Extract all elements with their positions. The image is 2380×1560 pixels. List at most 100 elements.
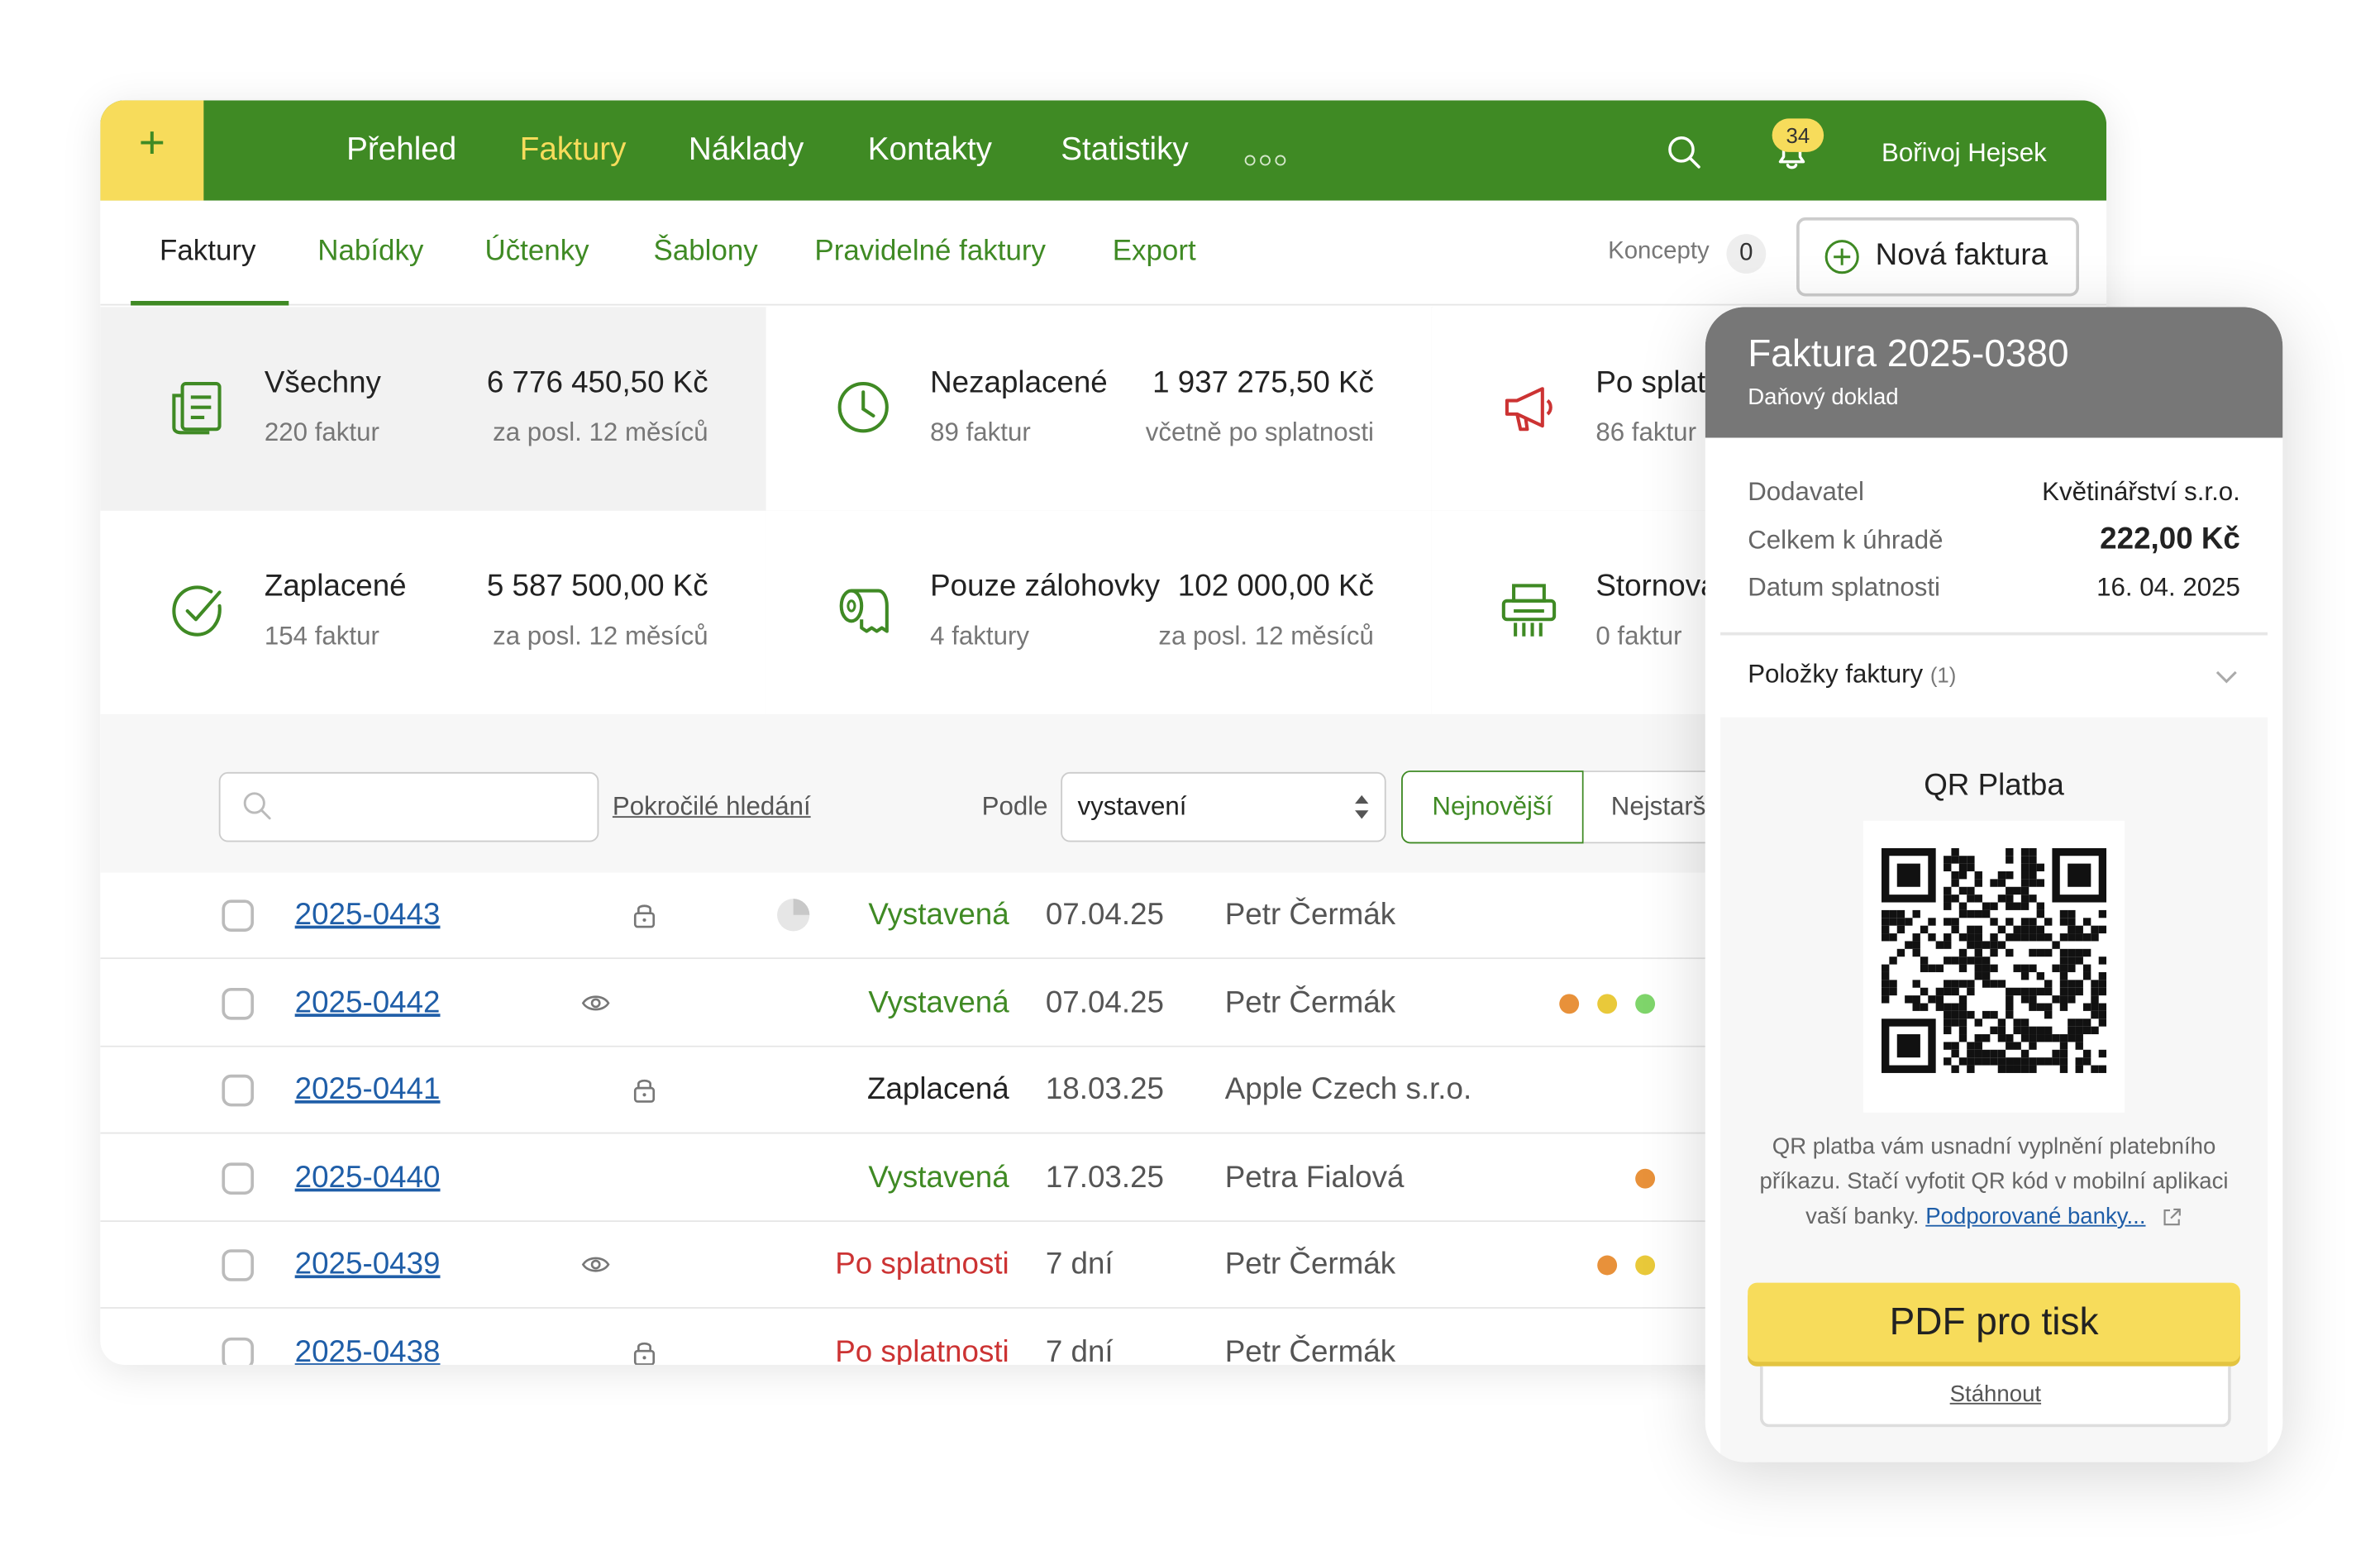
stat-name: Stornova: [1595, 570, 1718, 603]
active-tab-indicator: [131, 301, 289, 306]
nav-item-statistiky[interactable]: Statistiky: [1061, 131, 1188, 170]
tag-dot: [1635, 1256, 1656, 1276]
invoice-status: Vystavená: [868, 898, 1009, 932]
supplier-value: Květinářství s.r.o.: [2042, 477, 2240, 507]
nav-item-kontakty[interactable]: Kontakty: [868, 131, 992, 170]
stat-name: Nezaplacené: [930, 366, 1108, 400]
tab-nabidky[interactable]: Nabídky: [317, 234, 423, 270]
invoice-date: 18.03.25: [1045, 1073, 1164, 1107]
download-button[interactable]: Stáhnout: [1759, 1366, 2231, 1428]
panel-header: Faktura 2025-0380 Daňový doklad: [1705, 307, 2283, 438]
invoice-items-toggle[interactable]: Položky faktury (1): [1748, 658, 1956, 691]
tag-dot: [1635, 1168, 1656, 1189]
due-label: Datum splatnosti: [1748, 573, 1941, 603]
invoice-status: Zaplacená: [867, 1073, 1009, 1107]
clock-icon: [837, 382, 889, 433]
tab-sablony[interactable]: Šablony: [654, 234, 758, 270]
tab-uctenky[interactable]: Účtenky: [484, 234, 589, 270]
invoice-status: Vystavená: [868, 1161, 1009, 1195]
receipt-roll-icon: [839, 589, 889, 633]
sort-oldest-label: Nejstarš: [1610, 791, 1706, 821]
create-button[interactable]: +: [100, 100, 204, 201]
stat-count: 220 faktur: [264, 417, 379, 447]
supported-banks-link[interactable]: Podporované banky...: [1925, 1204, 2145, 1229]
invoice-date: 07.04.25: [1045, 898, 1164, 932]
drafts-label[interactable]: Koncepty: [1608, 236, 1710, 269]
app-window: + Přehled Faktury Náklady Kontakty Stati…: [0, 0, 2380, 1559]
invoice-client: Petr Čermák: [1224, 898, 1396, 932]
stat-count: 4 faktury: [930, 621, 1029, 651]
tag-dot: [1635, 993, 1656, 1014]
due-value: 16. 04. 2025: [2096, 573, 2240, 603]
tag-dot: [1559, 993, 1580, 1014]
notification-badge: 34: [1772, 118, 1824, 152]
plus-circle-icon: [1824, 240, 1859, 274]
stat-period: za posl. 12 měsíců: [493, 621, 708, 651]
stat-count: 89 faktur: [930, 417, 1031, 447]
invoice-date: 07.04.25: [1045, 985, 1164, 1019]
stat-count: 0 faktur: [1595, 621, 1682, 651]
divider: [1720, 632, 2268, 636]
stat-period: za posl. 12 měsíců: [1158, 621, 1374, 651]
stat-name: Pouze zálohovky: [930, 570, 1161, 603]
stat-count: 86 faktur: [1595, 417, 1696, 447]
tab-export[interactable]: Export: [1113, 234, 1196, 270]
stat-card-advances[interactable]: Pouze zálohovky 4 faktury 102 000,00 Kč …: [766, 510, 1433, 716]
drafts-count: 0: [1726, 234, 1767, 274]
search-input[interactable]: [218, 771, 599, 842]
qr-title: QR Platba: [1924, 769, 2064, 803]
pdf-print-button[interactable]: PDF pro tisk: [1748, 1282, 2240, 1362]
panel-subtitle: Daňový doklad: [1748, 384, 1899, 411]
top-nav: + Přehled Faktury Náklady Kontakty Stati…: [100, 100, 2107, 201]
invoice-client: Petra Fialová: [1224, 1161, 1405, 1195]
invoice-status: Vystavená: [868, 985, 1009, 1019]
sort-by-select[interactable]: vystavení: [1061, 771, 1386, 842]
chevron-down-icon[interactable]: [2213, 663, 2240, 690]
invoice-date: 17.03.25: [1045, 1161, 1164, 1195]
sort-by-label: Podle: [981, 791, 1048, 821]
external-link-icon[interactable]: [2161, 1207, 2182, 1228]
invoice-client: Petr Čermák: [1224, 1248, 1396, 1282]
sort-by-value: vystavení: [1077, 791, 1187, 821]
invoice-detail-panel: Faktura 2025-0380 Daňový doklad Dodavate…: [1705, 307, 2283, 1462]
check-circle-icon: [172, 585, 222, 637]
stat-card-paid[interactable]: Zaplacené 154 faktur 5 587 500,00 Kč za …: [100, 510, 768, 716]
document-icon: [172, 382, 222, 435]
search-icon[interactable]: [1666, 134, 1702, 170]
new-invoice-label: Nová faktura: [1875, 238, 2049, 273]
invoice-client: Petr Čermák: [1224, 985, 1396, 1019]
sort-newest-button[interactable]: Nejnovější: [1401, 770, 1584, 844]
stat-card-unpaid[interactable]: Nezaplacené 89 faktur 1 937 275,50 Kč vč…: [766, 307, 1433, 513]
qr-code-image: [1881, 847, 2107, 1073]
stat-count: 154 faktur: [264, 621, 379, 651]
stat-amount: 5 587 500,00 Kč: [486, 570, 708, 603]
megaphone-icon: [1505, 387, 1552, 432]
invoice-client: Apple Czech s.r.o.: [1224, 1073, 1472, 1107]
nav-item-naklady[interactable]: Náklady: [689, 131, 804, 170]
tab-pravidelne-faktury[interactable]: Pravidelné faktury: [814, 234, 1046, 270]
advanced-search-link[interactable]: Pokročilé hledání: [613, 790, 811, 823]
tab-faktury[interactable]: Faktury: [160, 234, 255, 270]
stat-name: Všechny: [264, 366, 381, 400]
user-name[interactable]: Bořivoj Hejsek: [1882, 136, 2047, 169]
invoice-items-count: (1): [1929, 662, 1957, 687]
invoice-items-label: Položky faktury: [1748, 659, 1924, 689]
tag-dot: [1597, 1256, 1618, 1276]
total-label: Celkem k úhradě: [1748, 526, 1944, 556]
more-icon[interactable]: [1244, 146, 1290, 173]
nav-item-faktury[interactable]: Faktury: [520, 131, 627, 170]
qr-description: QR platba vám usnadní vyplnění platebníh…: [1759, 1133, 2229, 1230]
nav-item-prehled[interactable]: Přehled: [346, 131, 456, 170]
sort-newest-label: Nejnovější: [1432, 791, 1553, 821]
stat-amount: 1 937 275,50 Kč: [1152, 366, 1374, 400]
invoice-status: Po splatnosti: [835, 1335, 1009, 1365]
invoice-client: Petr Čermák: [1224, 1335, 1396, 1365]
pdf-print-label: PDF pro tisk: [1889, 1300, 2099, 1344]
stat-card-all[interactable]: Všechny 220 faktur 6 776 450,50 Kč za po…: [100, 307, 768, 513]
new-invoice-button[interactable]: Nová faktura: [1796, 217, 2079, 297]
download-label: Stáhnout: [1949, 1381, 2042, 1408]
invoice-status: Po splatnosti: [835, 1248, 1009, 1282]
plus-icon: +: [138, 118, 165, 169]
tag-dot: [1597, 993, 1618, 1014]
total-value: 222,00 Kč: [2100, 522, 2240, 556]
